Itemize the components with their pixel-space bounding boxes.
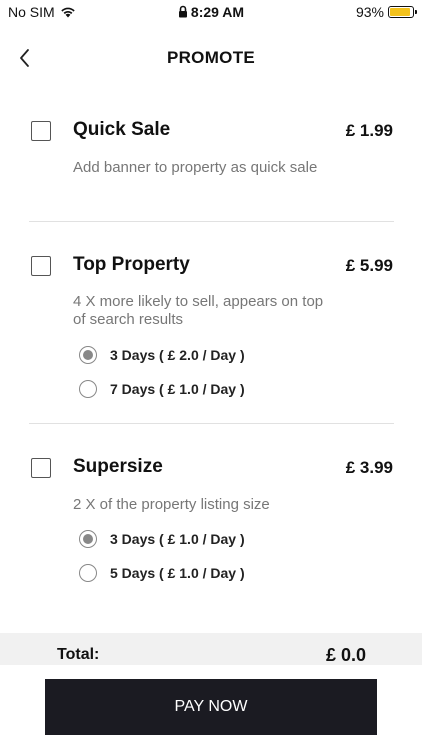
option-description: Add banner to property as quick sale (73, 159, 318, 176)
radio-selected[interactable] (79, 530, 97, 548)
total-label: Total: (57, 646, 100, 663)
divider (29, 221, 394, 222)
duration-option[interactable]: 3 Days ( £ 2.0 / Day ) (79, 346, 245, 364)
page-title: PROMOTE (166, 48, 256, 67)
duration-label: 7 Days ( £ 1.0 / Day ) (110, 381, 245, 397)
total-value: £ 0.0 (325, 645, 366, 665)
duration-option[interactable]: 7 Days ( £ 1.0 / Day ) (79, 380, 245, 398)
option-title: Quick Sale (73, 119, 171, 140)
duration-option[interactable]: 3 Days ( £ 1.0 / Day ) (79, 530, 245, 548)
supersize-checkbox[interactable] (31, 458, 51, 478)
quick-sale-checkbox[interactable] (31, 121, 51, 141)
duration-option[interactable]: 5 Days ( £ 1.0 / Day ) (79, 564, 245, 582)
option-price: £ 3.99 (345, 458, 393, 477)
lock-icon (178, 5, 187, 18)
status-right: 93% (355, 4, 417, 20)
duration-label: 3 Days ( £ 2.0 / Day ) (110, 347, 245, 363)
radio-unselected[interactable] (79, 380, 97, 398)
radio-unselected[interactable] (79, 564, 97, 582)
battery-level (390, 8, 411, 16)
divider (29, 423, 394, 424)
duration-label: 5 Days ( £ 1.0 / Day ) (110, 565, 245, 581)
battery-percent: 93% (355, 4, 384, 20)
total-bar: Total: £ 0.0 (0, 633, 422, 665)
option-price: £ 5.99 (345, 256, 393, 275)
pay-now-button[interactable]: PAY NOW (45, 679, 377, 735)
option-price: £ 1.99 (345, 121, 393, 140)
option-description: 4 X more likely to sell, appears on top … (73, 293, 324, 328)
battery-icon (388, 6, 417, 18)
option-title: Supersize (73, 456, 163, 477)
status-bar: No SIM 8:29 AM 93% (0, 0, 422, 24)
duration-label: 3 Days ( £ 1.0 / Day ) (110, 531, 245, 547)
radio-selected[interactable] (79, 346, 97, 364)
nav-bar: PROMOTE (0, 40, 422, 76)
clock: 8:29 AM (190, 4, 245, 20)
option-description: 2 X of the property listing size (73, 496, 270, 513)
top-property-checkbox[interactable] (31, 256, 51, 276)
option-title: Top Property (73, 254, 190, 275)
